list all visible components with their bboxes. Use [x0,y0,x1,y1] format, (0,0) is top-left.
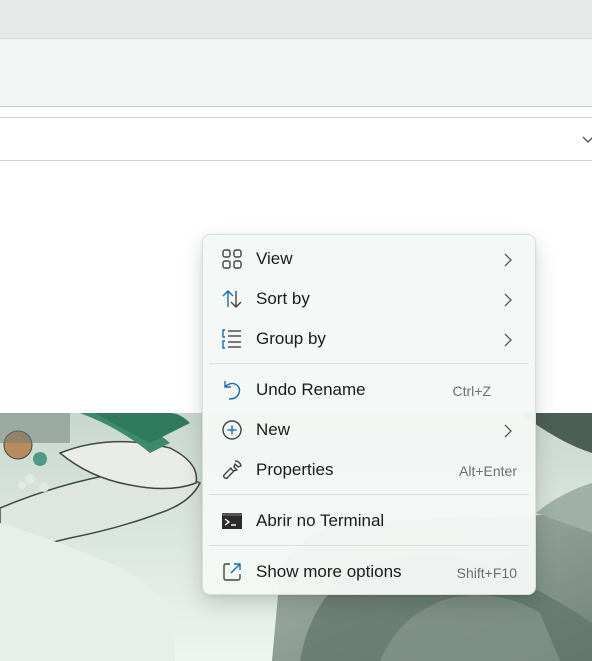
menu-item-show-more-options[interactable]: Show more options Shift+F10 [207,554,531,590]
menu-item-label: Abrir no Terminal [256,511,385,530]
keyboard-shortcut: Shift+F10 [456,565,517,581]
menu-item-new[interactable]: New [207,412,531,448]
chevron-right-icon [504,424,512,438]
sort-arrows-icon [222,290,242,308]
chevron-right-icon [504,333,512,347]
keyboard-shortcut: Ctrl+Z [452,383,492,399]
menu-separator [209,363,529,364]
menu-item-label: Show more options [256,562,402,581]
address-bar[interactable] [0,117,592,161]
menu-item-label: Properties [256,460,334,479]
menu-item-label: Sort by [256,289,310,308]
menu-item-properties[interactable]: Properties Alt+Enter [207,452,531,488]
chevron-right-icon [504,253,512,267]
wrench-icon [222,460,242,480]
menu-item-label: Group by [256,329,326,348]
menu-item-label: Undo Rename [256,380,366,399]
terminal-icon [222,513,242,529]
title-bar [0,0,592,39]
menu-item-label: New [256,420,291,439]
plus-circle-icon [222,420,242,440]
chevron-right-icon [504,293,512,307]
menu-item-group-by[interactable]: Group by [207,321,531,357]
menu-item-view[interactable]: View [207,241,531,277]
menu-item-undo-rename[interactable]: Undo Rename Ctrl+Z [207,372,531,408]
command-bar [0,39,592,107]
context-menu: View Sort by Group by Undo Rename Ctrl+Z [202,234,536,595]
menu-item-label: View [256,249,293,268]
external-open-icon [223,563,241,581]
keyboard-shortcut: Alt+Enter [459,463,517,479]
undo-icon [224,381,241,400]
chevron-down-icon[interactable] [580,131,592,147]
menu-separator [209,545,529,546]
menu-item-sort-by[interactable]: Sort by [207,281,531,317]
menu-item-open-terminal[interactable]: Abrir no Terminal [207,503,531,539]
menu-separator [209,494,529,495]
group-list-icon [222,329,241,349]
grid-view-icon [222,249,242,269]
